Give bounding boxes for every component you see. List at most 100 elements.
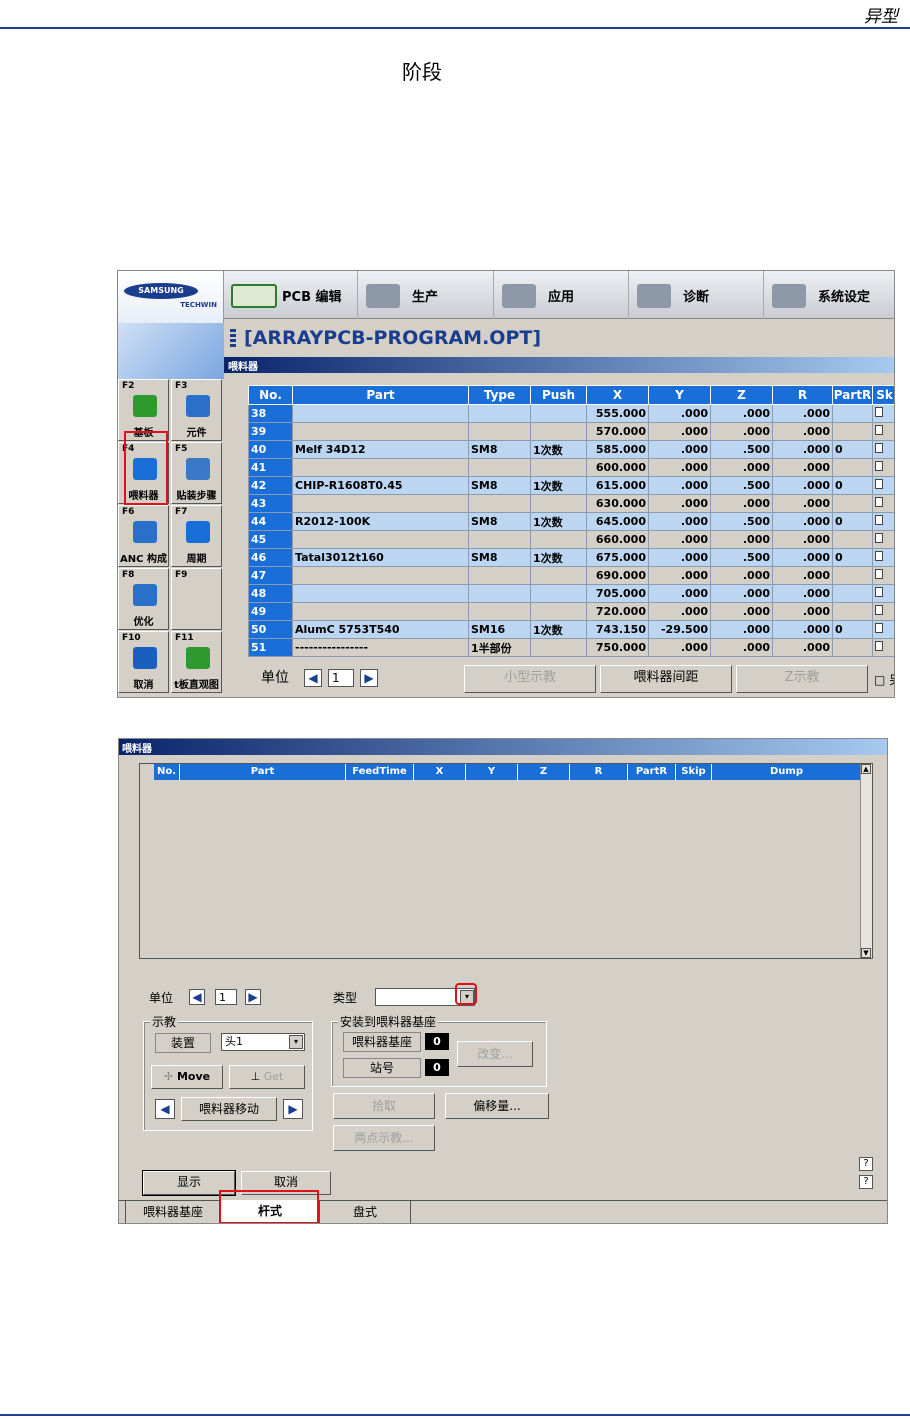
next-unit-arrow-icon[interactable]: ▶	[360, 669, 378, 687]
help-icon[interactable]: ?	[859, 1157, 873, 1171]
fkey-label: 贴装步骤	[176, 491, 217, 502]
skip-checkbox[interactable]	[875, 605, 883, 615]
feeder-list[interactable]: No. Part FeedTime X Y Z R PartR Skip Dump ▲ ▼	[139, 763, 873, 959]
get-button[interactable]: ⊥ Get	[229, 1065, 305, 1089]
table-row[interactable]: 50 AlumC 5753T540 SM16 1次数 743.150 -29.500.00…	[248, 620, 894, 639]
tab-tray[interactable]: 盘式	[319, 1201, 411, 1223]
feeder-prev-arrow-icon[interactable]: ◀	[155, 1099, 175, 1119]
list-column-header[interactable]: Z	[518, 764, 570, 780]
cut-checkbox-label[interactable]: □ 另	[874, 671, 894, 689]
table-cell	[468, 602, 531, 621]
skip-checkbox[interactable]	[875, 587, 883, 597]
list-column-header[interactable]: Part	[180, 764, 346, 780]
feeder-move-button[interactable]: 喂料器移动	[181, 1097, 277, 1121]
list-column-header[interactable]: R	[570, 764, 628, 780]
menu-diagnosis[interactable]: 诊断	[629, 271, 764, 319]
small-teach-button[interactable]: 小型示教	[464, 665, 596, 693]
table-row[interactable]: 47 690.000.000.000.000	[248, 566, 894, 585]
skip-cell[interactable]	[872, 548, 894, 567]
list-column-header[interactable]: No.	[154, 764, 180, 780]
skip-cell[interactable]	[872, 638, 894, 657]
skip-checkbox[interactable]	[875, 533, 883, 543]
table-row[interactable]: 41 600.000.000.000.000	[248, 458, 894, 477]
change-button[interactable]: 改变...	[457, 1041, 533, 1067]
table-row[interactable]: 38 555.000.000.000.000	[248, 404, 894, 423]
skip-checkbox[interactable]	[875, 551, 883, 561]
table-row[interactable]: 46 Tatal3012t160 SM8 1次数 675.000.000.500.000…	[248, 548, 894, 567]
list-column-header[interactable]: Skip	[676, 764, 712, 780]
skip-checkbox[interactable]	[875, 515, 883, 525]
table-row[interactable]: 45 660.000.000.000.000	[248, 530, 894, 549]
unit-field[interactable]: 1	[328, 669, 354, 687]
menu-application[interactable]: 应用	[494, 271, 629, 319]
skip-checkbox[interactable]	[875, 497, 883, 507]
vertical-scrollbar[interactable]: ▲ ▼	[860, 764, 872, 958]
table-cell: 43	[248, 494, 293, 513]
table-row[interactable]: 48 705.000.000.000.000	[248, 584, 894, 603]
fkey-f5[interactable]: F5 贴装步骤	[171, 442, 222, 504]
list-column-header[interactable]: FeedTime	[346, 764, 414, 780]
fkey-f6[interactable]: F6 ANC 构成	[118, 505, 169, 567]
skip-checkbox[interactable]	[875, 461, 883, 471]
table-row[interactable]: 42 CHIP-R1608T0.45 SM8 1次数 615.000.000.500.0…	[248, 476, 894, 495]
prev-unit-arrow-icon[interactable]: ◀	[304, 669, 322, 687]
device-dropdown-icon[interactable]: ▾	[289, 1035, 303, 1049]
unit-field[interactable]: 1	[215, 989, 237, 1005]
table-row[interactable]: 44 R2012-100K SM8 1次数 645.000.000.500.000 0	[248, 512, 894, 531]
logo-sub: TECHWIN	[180, 301, 217, 309]
pick-button[interactable]: 拾取	[333, 1093, 435, 1119]
feeder-pitch-button[interactable]: 喂料器间距	[600, 665, 732, 693]
skip-cell[interactable]	[872, 494, 894, 513]
fkey-f3[interactable]: F3 元件	[171, 379, 222, 441]
fkey-f11[interactable]: F11 t板直观图	[171, 631, 222, 693]
skip-cell[interactable]	[872, 458, 894, 477]
table-row[interactable]: 51 ---------------- 1半部份 750.000.000.000.00…	[248, 638, 894, 657]
fkey-f9[interactable]: F9	[171, 568, 222, 630]
list-column-header[interactable]: X	[414, 764, 466, 780]
scroll-up-icon[interactable]: ▲	[861, 764, 871, 774]
z-teach-button[interactable]: Z示教	[736, 665, 868, 693]
skip-cell[interactable]	[872, 530, 894, 549]
skip-cell[interactable]	[872, 620, 894, 639]
table-row[interactable]: 39 570.000.000.000.000	[248, 422, 894, 441]
skip-cell[interactable]	[872, 404, 894, 423]
next-unit-arrow-icon[interactable]: ▶	[245, 989, 261, 1005]
skip-checkbox[interactable]	[875, 443, 883, 453]
fkey-f8[interactable]: F8 优化	[118, 568, 169, 630]
skip-cell[interactable]	[872, 584, 894, 603]
help-icon[interactable]: ?	[859, 1175, 873, 1189]
skip-cell[interactable]	[872, 476, 894, 495]
skip-checkbox[interactable]	[875, 641, 883, 651]
skip-cell[interactable]	[872, 440, 894, 459]
skip-checkbox[interactable]	[875, 569, 883, 579]
skip-cell[interactable]	[872, 602, 894, 621]
menu-system-settings[interactable]: 系统设定	[764, 271, 894, 319]
skip-checkbox[interactable]	[875, 479, 883, 489]
table-cell: .000	[648, 440, 711, 459]
fkey-f7[interactable]: F7 周期	[171, 505, 222, 567]
move-button[interactable]: ✢ Move	[151, 1065, 223, 1089]
table-row[interactable]: 40 Melf 34D12 SM8 1次数 585.000.000.500.000 0	[248, 440, 894, 459]
menu-production[interactable]: 生产	[358, 271, 494, 319]
skip-checkbox[interactable]	[875, 425, 883, 435]
two-point-teach-button[interactable]: 两点示教...	[333, 1125, 435, 1151]
tab-feeder-base[interactable]: 喂料器基座	[125, 1201, 221, 1223]
skip-checkbox[interactable]	[875, 623, 883, 633]
menu-pcb-edit[interactable]: PCB 编辑	[226, 271, 358, 319]
offset-button[interactable]: 偏移量...	[445, 1093, 549, 1119]
scroll-down-icon[interactable]: ▼	[861, 948, 871, 958]
list-column-header[interactable]: Dump	[712, 764, 862, 780]
table-row[interactable]: 49 720.000.000.000.000	[248, 602, 894, 621]
prev-unit-arrow-icon[interactable]: ◀	[189, 989, 205, 1005]
list-column-header[interactable]: PartR	[628, 764, 676, 780]
skip-cell[interactable]	[872, 566, 894, 585]
skip-checkbox[interactable]	[875, 407, 883, 417]
feeder-next-arrow-icon[interactable]: ▶	[283, 1099, 303, 1119]
list-column-header[interactable]: Y	[466, 764, 518, 780]
table-row[interactable]: 43 630.000.000.000.000	[248, 494, 894, 513]
fkey-f10[interactable]: F10 取消	[118, 631, 169, 693]
table-cell: 705.000	[586, 584, 649, 603]
table-cell	[468, 458, 531, 477]
skip-cell[interactable]	[872, 422, 894, 441]
skip-cell[interactable]	[872, 512, 894, 531]
